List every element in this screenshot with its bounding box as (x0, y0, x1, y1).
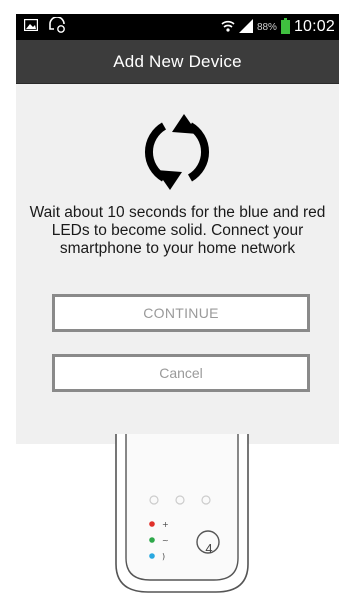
gallery-icon (23, 18, 39, 36)
phone-frame: 88% 10:02 Add New Device Wait about 10 s… (0, 0, 339, 597)
page-title: Add New Device (113, 51, 242, 71)
svg-text:+: + (162, 520, 169, 529)
battery-percent: 88% (256, 21, 277, 33)
wifi-icon (221, 19, 235, 36)
device-illustration: + ~ ) 4 (108, 434, 256, 594)
instruction-message: Wait about 10 seconds for the blue and r… (29, 204, 326, 257)
battery-icon (280, 17, 290, 37)
status-notifications (23, 15, 66, 38)
screen-edge (0, 0, 16, 597)
signal-icon (238, 18, 253, 36)
status-time: 10:02 (293, 18, 335, 35)
main-content: Wait about 10 seconds for the blue and r… (16, 84, 339, 444)
svg-text:): ) (162, 552, 165, 561)
status-bar: 88% 10:02 (16, 14, 339, 40)
refresh-icon (134, 112, 220, 192)
svg-text:~: ~ (162, 536, 169, 545)
cancel-button[interactable]: Cancel (52, 354, 310, 392)
device-badge: 4 (205, 541, 213, 556)
network-icon (48, 15, 66, 38)
screen: 88% 10:02 Add New Device Wait about 10 s… (16, 14, 339, 597)
title-bar: Add New Device (16, 40, 339, 84)
continue-button[interactable]: CONTINUE (52, 294, 310, 332)
status-indicators: 88% 10:02 (221, 17, 335, 37)
device-illustration-area: + ~ ) 4 (16, 434, 339, 597)
